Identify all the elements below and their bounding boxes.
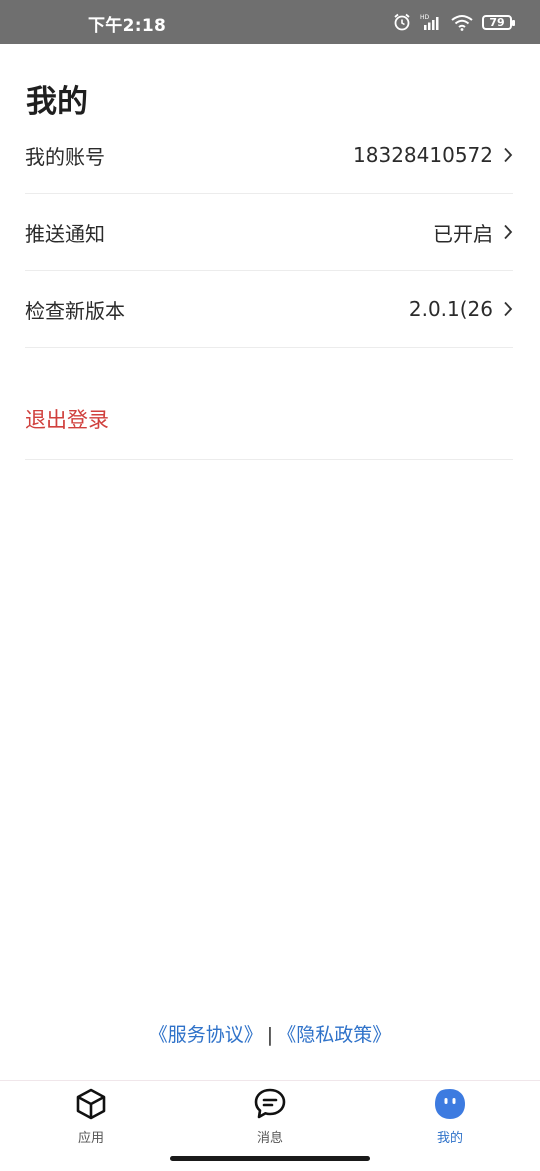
push-notification-label: 推送通知 — [25, 221, 105, 246]
alarm-icon — [392, 12, 412, 32]
version-value: 2.0.1(26 — [408, 297, 493, 321]
cube-icon — [46, 1087, 136, 1121]
tab-profile[interactable]: 我的 — [405, 1087, 495, 1146]
battery-icon: 79 — [482, 14, 515, 30]
status-bar: 下午2:18 HD 79 — [0, 0, 540, 44]
tab-messages[interactable]: 消息 — [225, 1087, 315, 1146]
chevron-right-icon — [503, 301, 513, 317]
legal-links: 《服务协议》 | 《隐私政策》 — [0, 1020, 540, 1047]
logout-label: 退出登录 — [25, 407, 109, 432]
legal-separator: | — [266, 1024, 274, 1046]
account-value: 18328410572 — [353, 143, 493, 167]
status-time: 下午2:18 — [88, 16, 167, 36]
settings-list: 我的账号 18328410572 推送通知 已开启 检查新版本 2.0.1(26 — [25, 117, 513, 348]
tab-apps[interactable]: 应用 — [46, 1087, 136, 1146]
push-notification-row[interactable]: 推送通知 已开启 — [25, 194, 513, 271]
chevron-right-icon — [503, 147, 513, 163]
check-update-row[interactable]: 检查新版本 2.0.1(26 — [25, 271, 513, 348]
tab-profile-label: 我的 — [436, 1131, 463, 1146]
chat-bubble-icon — [225, 1087, 315, 1121]
push-notification-value: 已开启 — [433, 221, 493, 246]
svg-text:HD: HD — [420, 14, 430, 21]
home-indicator[interactable] — [170, 1156, 370, 1161]
account-row[interactable]: 我的账号 18328410572 — [25, 117, 513, 194]
account-label: 我的账号 — [25, 144, 105, 169]
signal-icon: HD — [420, 13, 442, 31]
profile-face-icon — [405, 1087, 495, 1121]
tab-messages-label: 消息 — [256, 1131, 283, 1146]
service-agreement-link[interactable]: 《服务协议》 — [149, 1020, 263, 1047]
logout-button[interactable]: 退出登录 — [25, 378, 513, 460]
status-icons: HD 79 — [392, 10, 515, 34]
tab-apps-label: 应用 — [77, 1131, 104, 1146]
check-update-label: 检查新版本 — [25, 298, 125, 323]
wifi-icon — [450, 13, 474, 31]
chevron-right-icon — [503, 224, 513, 240]
privacy-policy-link[interactable]: 《隐私政策》 — [277, 1020, 391, 1047]
page-title: 我的 — [26, 84, 88, 120]
